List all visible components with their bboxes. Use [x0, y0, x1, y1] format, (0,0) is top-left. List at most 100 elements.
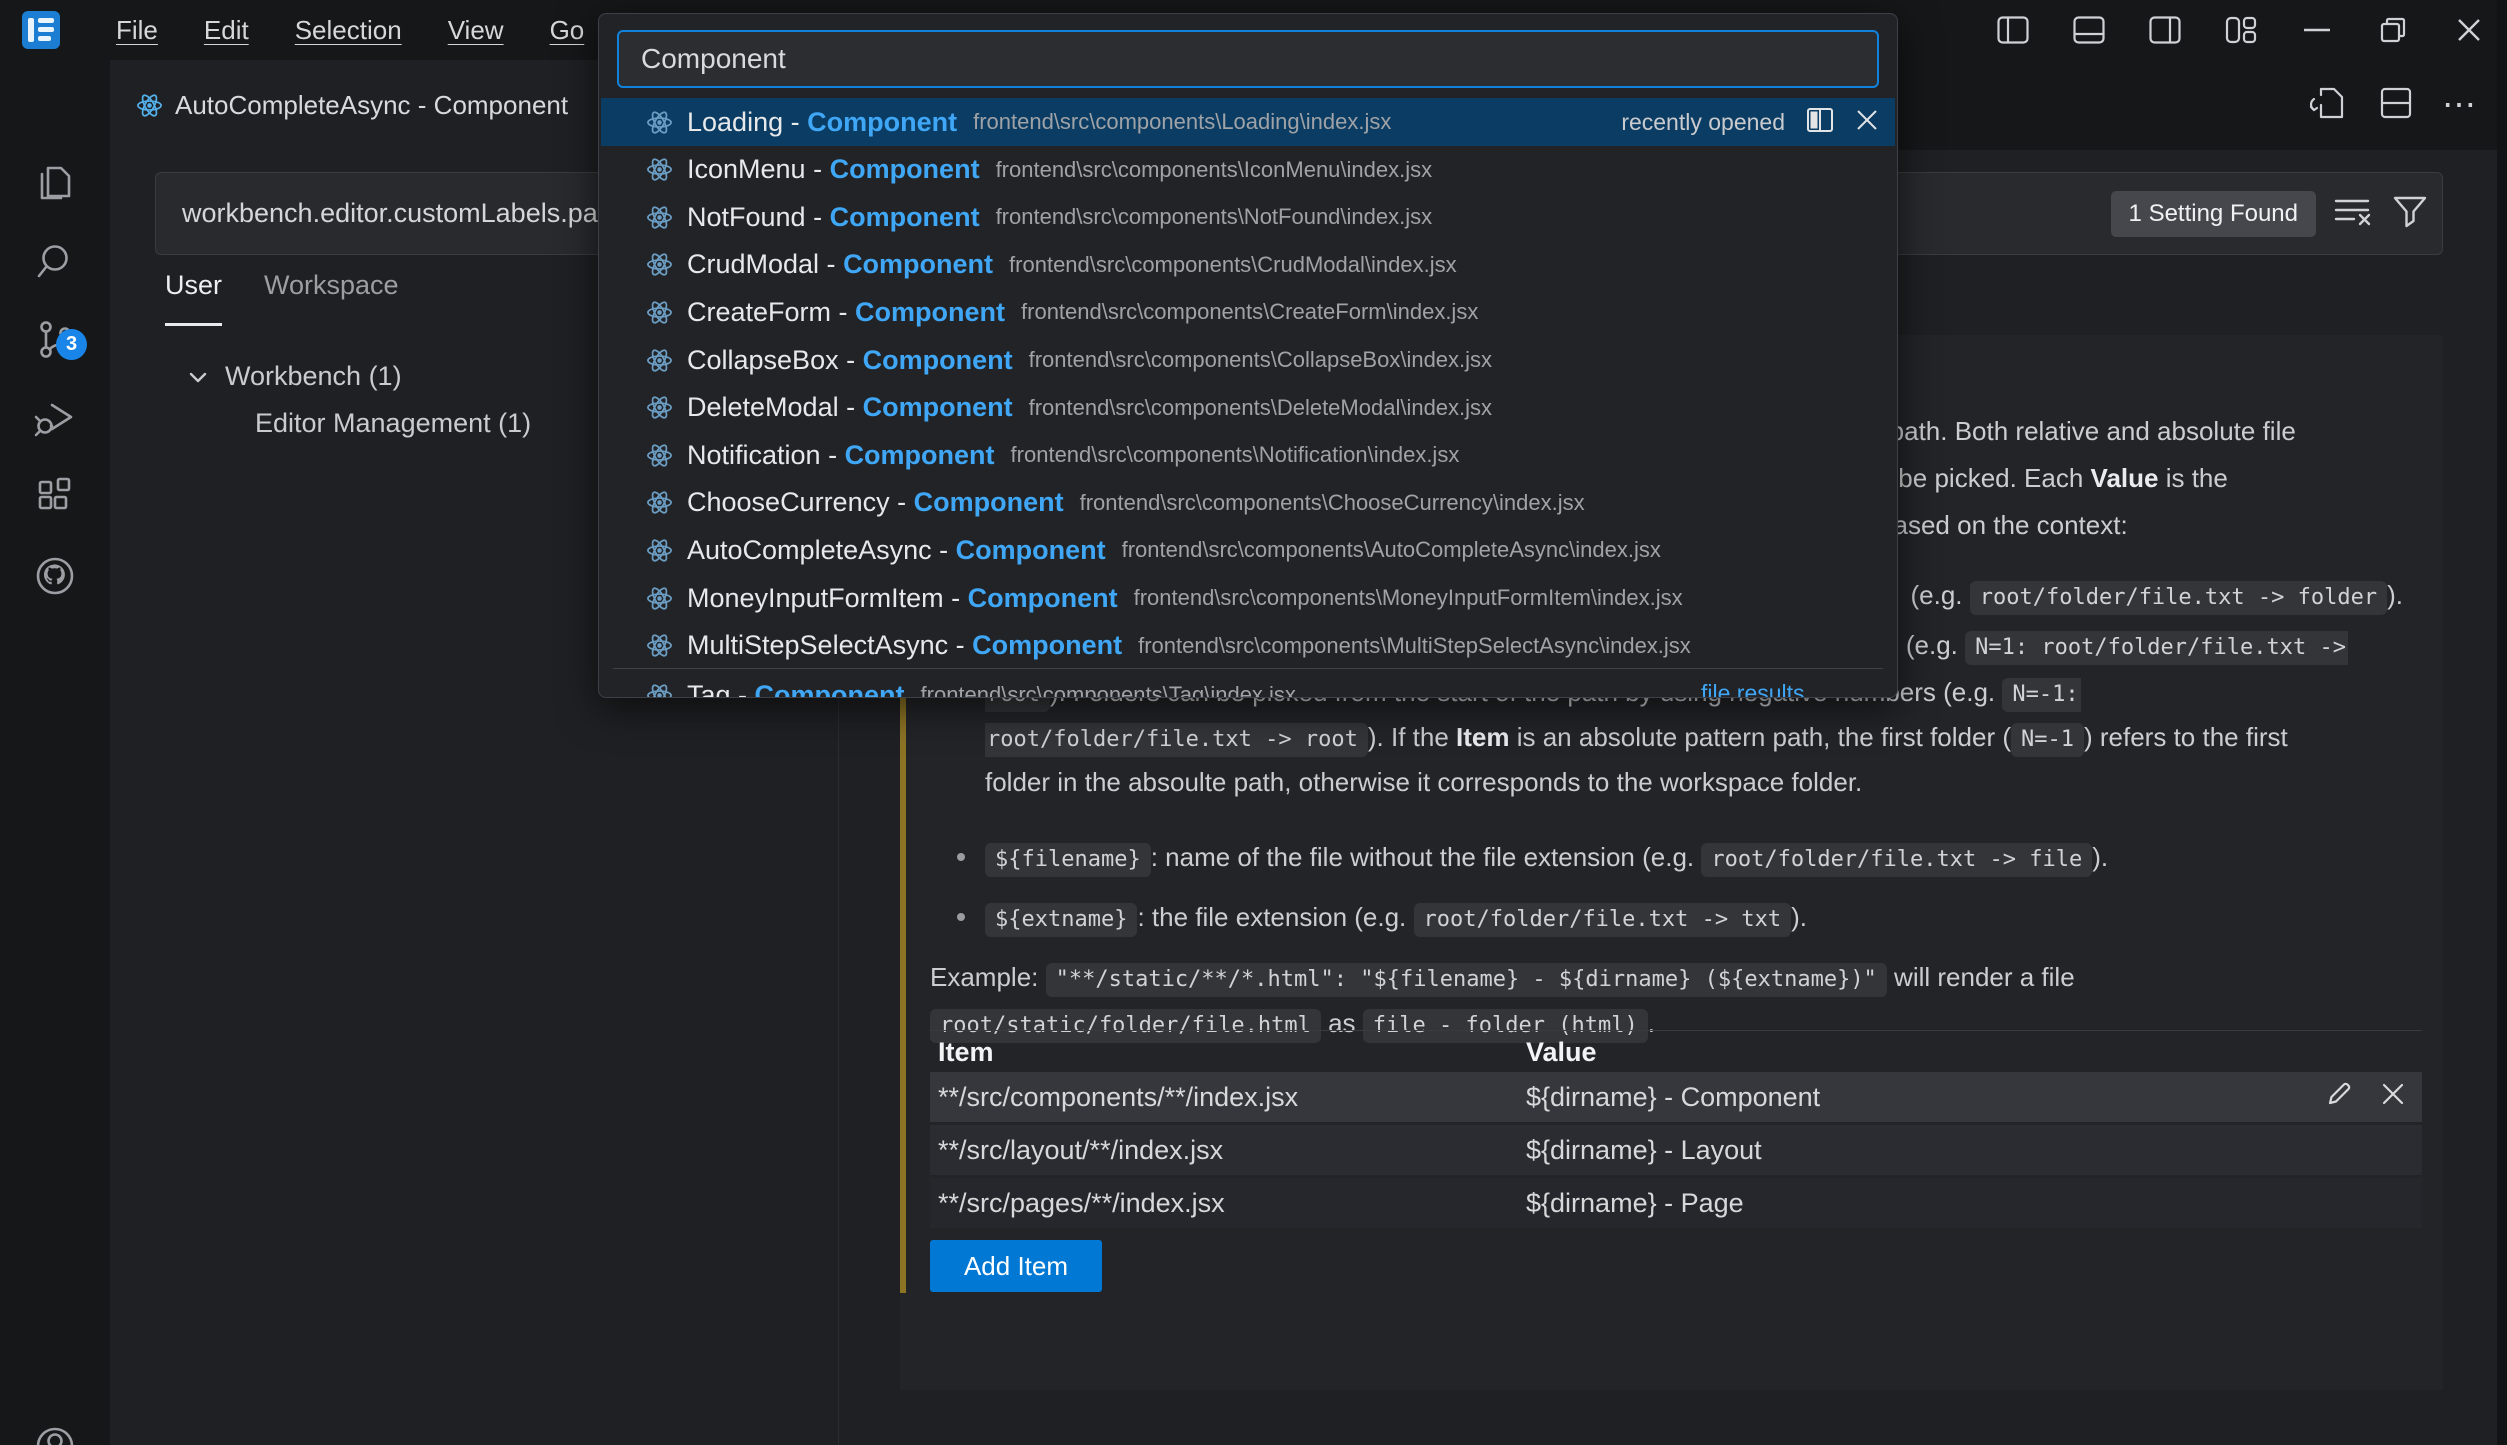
description-line: ${extname}: the file extension (e.g. roo… — [985, 894, 2443, 940]
table-row[interactable]: **/src/layout/**/index.jsx${dirname} - L… — [930, 1125, 2422, 1175]
quick-open-item-match: Component — [863, 392, 1013, 423]
open-to-side-icon[interactable] — [1805, 105, 1835, 140]
description-line-tail: (e.g. N=1: root/folder/file.txt -> — [1906, 622, 2348, 668]
quick-open-item-match: Component — [755, 680, 905, 699]
quick-open-item[interactable]: Notification - Componentfrontend\src\com… — [601, 431, 1895, 479]
description-line: folder in the absoulte path, otherwise i… — [985, 759, 2443, 805]
table-cell-value: ${dirname} - Layout — [1526, 1135, 1762, 1166]
scope-tab-user[interactable]: User — [165, 270, 222, 322]
quick-open-item[interactable]: Tag - Componentfrontend\src\components\T… — [601, 671, 1895, 698]
quick-open-item[interactable]: NotFound - Componentfrontend\src\compone… — [601, 193, 1895, 241]
toggle-secondary-sidebar-icon[interactable] — [2127, 0, 2203, 60]
remove-from-recent-icon[interactable] — [1855, 108, 1879, 137]
description-text: ). — [2387, 580, 2403, 610]
open-settings-json-icon[interactable] — [2306, 81, 2350, 130]
table-cell-value: ${dirname} - Component — [1526, 1082, 1820, 1113]
toc-label: Workbench (1) — [225, 361, 402, 392]
scope-tab-workspace[interactable]: Workspace — [264, 270, 399, 322]
quick-open-input-value: Component — [641, 43, 786, 75]
table-row[interactable]: **/src/components/**/index.jsx${dirname}… — [930, 1072, 2422, 1122]
quick-open-item[interactable]: CrudModal - Componentfrontend\src\compon… — [601, 241, 1895, 289]
account-icon[interactable] — [0, 1407, 110, 1445]
extensions-icon[interactable] — [0, 457, 110, 535]
table-header-value: Value — [1526, 1037, 1597, 1068]
quick-open-item-actions — [1805, 105, 1879, 140]
quick-open-item-name: NotFound - — [687, 202, 830, 233]
vscode-logo-icon[interactable] — [22, 11, 60, 49]
quick-open-item-match: Component — [855, 297, 1005, 328]
quick-open-item[interactable]: CollapseBox - Componentfrontend\src\comp… — [601, 336, 1895, 384]
remove-row-icon[interactable] — [2380, 1081, 2406, 1114]
table-cell-item: **/src/layout/**/index.jsx — [930, 1135, 1526, 1166]
table-row[interactable]: **/src/pages/**/index.jsx${dirname} - Pa… — [930, 1178, 2422, 1228]
toc-row[interactable]: Editor Management (1) — [255, 408, 531, 439]
menu-item-go[interactable]: Go — [534, 9, 601, 52]
quick-open-item-match: Component — [956, 535, 1106, 566]
react-icon — [646, 156, 673, 183]
quick-open-item[interactable]: MultiStepSelectAsync - Componentfrontend… — [601, 622, 1895, 670]
quick-open-item[interactable]: MoneyInputFormItem - Componentfrontend\s… — [601, 574, 1895, 622]
toc-row[interactable]: Workbench (1) — [185, 361, 402, 392]
edit-row-icon[interactable] — [2324, 1079, 2354, 1116]
table-header-item: Item — [930, 1037, 1526, 1068]
table-header: Item Value — [930, 1030, 2422, 1073]
description-text: : name of the file without the file exte… — [1151, 842, 1702, 872]
menu-item-file[interactable]: File — [100, 9, 174, 52]
quick-open-item-match: Component — [863, 345, 1013, 376]
toggle-panel-icon[interactable] — [2051, 0, 2127, 60]
react-icon — [646, 347, 673, 374]
quick-open-item-path: frontend\src\components\ChooseCurrency\i… — [1080, 490, 1585, 516]
customize-layout-icon[interactable] — [2203, 0, 2279, 60]
filter-icon[interactable] — [2390, 191, 2430, 236]
vscode-window: File Edit Selection View Go ⋯ — [0, 0, 2507, 1445]
code-chip: N=-1: — [2002, 678, 2080, 712]
menu-item-edit[interactable]: Edit — [188, 9, 265, 52]
close-window-button[interactable] — [2431, 0, 2507, 60]
quick-open-item-path: frontend\src\components\CreateForm\index… — [1021, 299, 1478, 325]
restore-button[interactable] — [2355, 0, 2431, 60]
description-line: Example: "**/static/**/*.html": "${filen… — [930, 954, 2443, 1000]
quick-open-item-match: Component — [968, 583, 1118, 614]
quick-open-item-path: frontend\src\components\MoneyInputFormIt… — [1134, 585, 1683, 611]
search-icon[interactable] — [0, 223, 110, 301]
quick-open-item-name: AutoCompleteAsync - — [687, 535, 956, 566]
quick-open-item-name: DeleteModal - — [687, 392, 863, 423]
quick-open-item[interactable]: Loading - Componentfrontend\src\componen… — [601, 98, 1895, 146]
explorer-icon[interactable] — [0, 145, 110, 223]
menu-item-selection[interactable]: Selection — [279, 9, 418, 52]
menu-item-view[interactable]: View — [432, 9, 520, 52]
quick-open-item[interactable]: AutoCompleteAsync - Componentfrontend\sr… — [601, 526, 1895, 574]
quick-open-item[interactable]: IconMenu - Componentfrontend\src\compone… — [601, 146, 1895, 194]
description-line-tail: (e.g. root/folder/file.txt -> folder). — [1911, 572, 2404, 618]
code-chip: ${extname} — [985, 903, 1137, 937]
code-chip: N=-1 — [2011, 723, 2084, 757]
quick-open-item-name: CollapseBox - — [687, 345, 863, 376]
quick-open-item-path: frontend\src\components\IconMenu\index.j… — [996, 157, 1433, 183]
quick-open-input[interactable]: Component — [617, 30, 1879, 88]
setting-table: Item Value **/src/components/**/index.js… — [930, 1030, 2422, 1073]
file-results-label: file results — [1701, 680, 1805, 698]
activity-bar: 3 — [0, 60, 110, 1445]
source-control-icon[interactable]: 3 — [0, 301, 110, 379]
add-item-button[interactable]: Add Item — [930, 1240, 1102, 1292]
table-cell-item: **/src/components/**/index.jsx — [930, 1082, 1526, 1113]
quick-open-item-path: frontend\src\components\CrudModal\index.… — [1009, 252, 1457, 278]
quick-open-item-match: Component — [830, 202, 980, 233]
quick-open-item-name: IconMenu - — [687, 154, 830, 185]
more-actions-icon[interactable]: ⋯ — [2442, 85, 2479, 125]
clear-search-icon[interactable] — [2332, 191, 2374, 236]
minimize-button[interactable] — [2279, 0, 2355, 60]
description-text: is an absolute pattern path, the first f… — [1510, 722, 2012, 752]
recently-opened-label: recently opened — [1621, 109, 1785, 136]
github-icon[interactable] — [0, 537, 110, 615]
toggle-primary-sidebar-icon[interactable] — [1975, 0, 2051, 60]
quick-open-item[interactable]: DeleteModal - Componentfrontend\src\comp… — [601, 384, 1895, 432]
bullet-icon — [957, 913, 965, 921]
split-editor-icon[interactable] — [2376, 83, 2416, 128]
run-debug-icon[interactable] — [0, 379, 110, 457]
quick-open-item-match: Component — [807, 107, 957, 138]
quick-open-item-name: Tag - — [687, 680, 755, 699]
quick-open-item[interactable]: CreateForm - Componentfrontend\src\compo… — [601, 288, 1895, 336]
quick-open-group-separator — [613, 668, 1883, 669]
quick-open-item[interactable]: ChooseCurrency - Componentfrontend\src\c… — [601, 479, 1895, 527]
